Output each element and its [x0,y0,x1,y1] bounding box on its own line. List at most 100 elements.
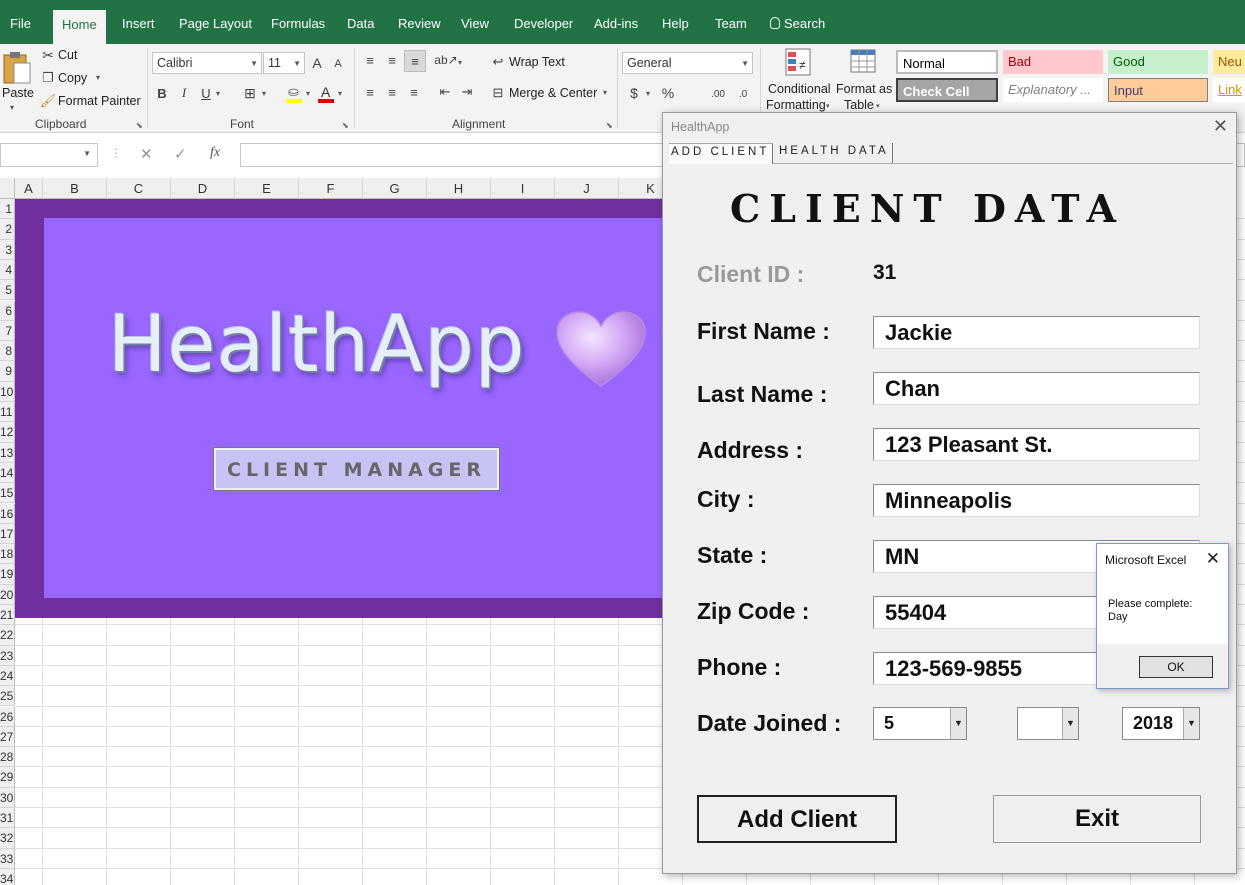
row-header[interactable]: 16 [0,503,15,524]
style-bad[interactable]: Bad [1003,50,1103,74]
enter-icon[interactable]: ✓ [174,145,187,163]
menu-home[interactable]: Home [53,10,106,44]
row-header[interactable]: 18 [0,544,15,565]
borders-icon[interactable]: ⊞ [242,84,258,102]
chevron-down-icon[interactable]: ▾ [216,89,220,98]
column-header[interactable]: G [363,178,427,199]
align-middle-icon[interactable]: ≡ [384,52,400,68]
format-as-table-button[interactable]: Format as Table ▾ [836,46,892,114]
conditional-formatting-button[interactable]: ≠ Conditional Formatting ▾ [764,46,832,114]
decrease-decimal-button[interactable]: .0 [733,86,753,102]
last-name-field[interactable]: Chan [873,372,1200,405]
font-name-dropdown[interactable]: Calibri ▼ [152,52,262,74]
style-input[interactable]: Input [1108,78,1208,102]
shrink-font-icon[interactable]: A [332,56,344,72]
number-format-dropdown[interactable]: General ▼ [622,52,753,74]
insert-function-icon[interactable]: fx [210,145,220,161]
dialog-launcher-icon[interactable]: ⬊ [342,121,349,130]
row-header[interactable]: 8 [0,341,15,362]
column-header[interactable]: E [235,178,299,199]
ok-button[interactable]: OK [1139,656,1213,678]
address-field[interactable]: 123 Pleasant St. [873,428,1200,461]
chevron-down-icon[interactable]: ▾ [262,89,266,98]
add-client-button[interactable]: Add Client [697,795,897,843]
column-header[interactable]: A [15,178,43,199]
chevron-down-icon[interactable]: ▼ [83,149,91,158]
menu-team[interactable]: Team [715,16,747,31]
chevron-down-icon[interactable]: ▼ [1062,708,1078,739]
menu-insert[interactable]: Insert [122,16,155,31]
chevron-down-icon[interactable]: ▾ [646,89,650,98]
chevron-down-icon[interactable]: ▾ [306,89,310,98]
close-icon[interactable]: ✕ [1206,549,1220,569]
cancel-icon[interactable]: ✕ [140,145,153,163]
align-left-icon[interactable]: ≡ [362,84,378,100]
column-header[interactable]: J [555,178,619,199]
row-header[interactable]: 2 [0,219,15,240]
row-header[interactable]: 4 [0,259,15,281]
menu-add-ins[interactable]: Add-ins [594,16,638,31]
select-all-corner[interactable] [0,178,15,199]
row-header[interactable]: 15 [0,483,15,504]
column-header[interactable]: H [427,178,491,199]
client-manager-button[interactable]: CLIENT MANAGER [213,447,500,491]
align-right-icon[interactable]: ≡ [406,84,422,100]
align-bottom-icon[interactable]: ≡ [404,50,426,72]
style-check-cell[interactable]: Check Cell [896,78,998,102]
chevron-down-icon[interactable]: ▾ [338,89,342,98]
currency-button[interactable]: $ [627,84,641,102]
row-header[interactable]: 14 [0,462,15,484]
month-dropdown[interactable]: 5 ▼ [873,707,967,740]
decrease-indent-icon[interactable]: ⇤ [436,84,454,100]
row-header[interactable]: 33 [0,848,15,869]
row-header[interactable]: 26 [0,706,15,727]
name-box[interactable]: ▼ [0,143,98,167]
row-header[interactable]: 25 [0,686,15,707]
row-header[interactable]: 20 [0,584,15,605]
style-normal[interactable]: Normal [896,50,998,74]
column-header[interactable]: I [491,178,555,199]
style-neutral[interactable]: Neu [1213,50,1245,74]
row-header[interactable]: 10 [0,381,15,402]
row-header[interactable]: 32 [0,828,15,849]
row-header[interactable]: 21 [0,605,15,626]
align-center-icon[interactable]: ≡ [384,84,400,100]
row-header[interactable]: 9 [0,361,15,382]
row-header[interactable]: 29 [0,767,15,788]
row-header[interactable]: 3 [0,239,15,260]
row-header[interactable]: 23 [0,645,15,666]
row-header[interactable]: 5 [0,280,15,301]
column-header[interactable]: D [171,178,235,199]
chevron-down-icon[interactable]: ▾ [458,58,462,67]
row-header[interactable]: 6 [0,300,15,321]
row-header[interactable]: 28 [0,747,15,768]
city-field[interactable]: Minneapolis [873,484,1200,517]
menu-formulas[interactable]: Formulas [271,16,325,31]
menu-file[interactable]: File [10,16,31,31]
row-header[interactable]: 34 [0,868,15,885]
year-dropdown[interactable]: 2018 ▼ [1122,707,1200,740]
paste-button[interactable]: Paste ▾ [0,48,34,112]
column-header[interactable]: C [107,178,171,199]
row-header[interactable]: 22 [0,625,15,646]
row-header[interactable]: 30 [0,787,15,808]
fill-color-icon[interactable]: ⛀ [286,84,302,103]
more-options-icon[interactable]: ⋮ [110,146,122,160]
exit-button[interactable]: Exit [993,795,1201,843]
tab-health-data[interactable]: HEALTH DATA [775,143,893,163]
menu-help[interactable]: Help [662,16,689,31]
align-top-icon[interactable]: ≡ [362,52,378,68]
style-link[interactable]: Link [1213,78,1245,102]
menu-view[interactable]: View [461,16,489,31]
column-header[interactable]: F [299,178,363,199]
menu-page-layout[interactable]: Page Layout [179,16,252,31]
font-color-icon[interactable]: A [318,84,334,103]
row-header[interactable]: 19 [0,564,15,585]
underline-button[interactable]: U [199,84,213,102]
orientation-icon[interactable]: ab↗ [434,52,457,68]
grow-font-icon[interactable]: A [310,54,324,72]
percent-button[interactable]: % [660,84,676,102]
row-header[interactable]: 12 [0,422,15,443]
increase-decimal-button[interactable]: .00 [706,86,730,102]
dialog-launcher-icon[interactable]: ⬊ [606,121,613,130]
